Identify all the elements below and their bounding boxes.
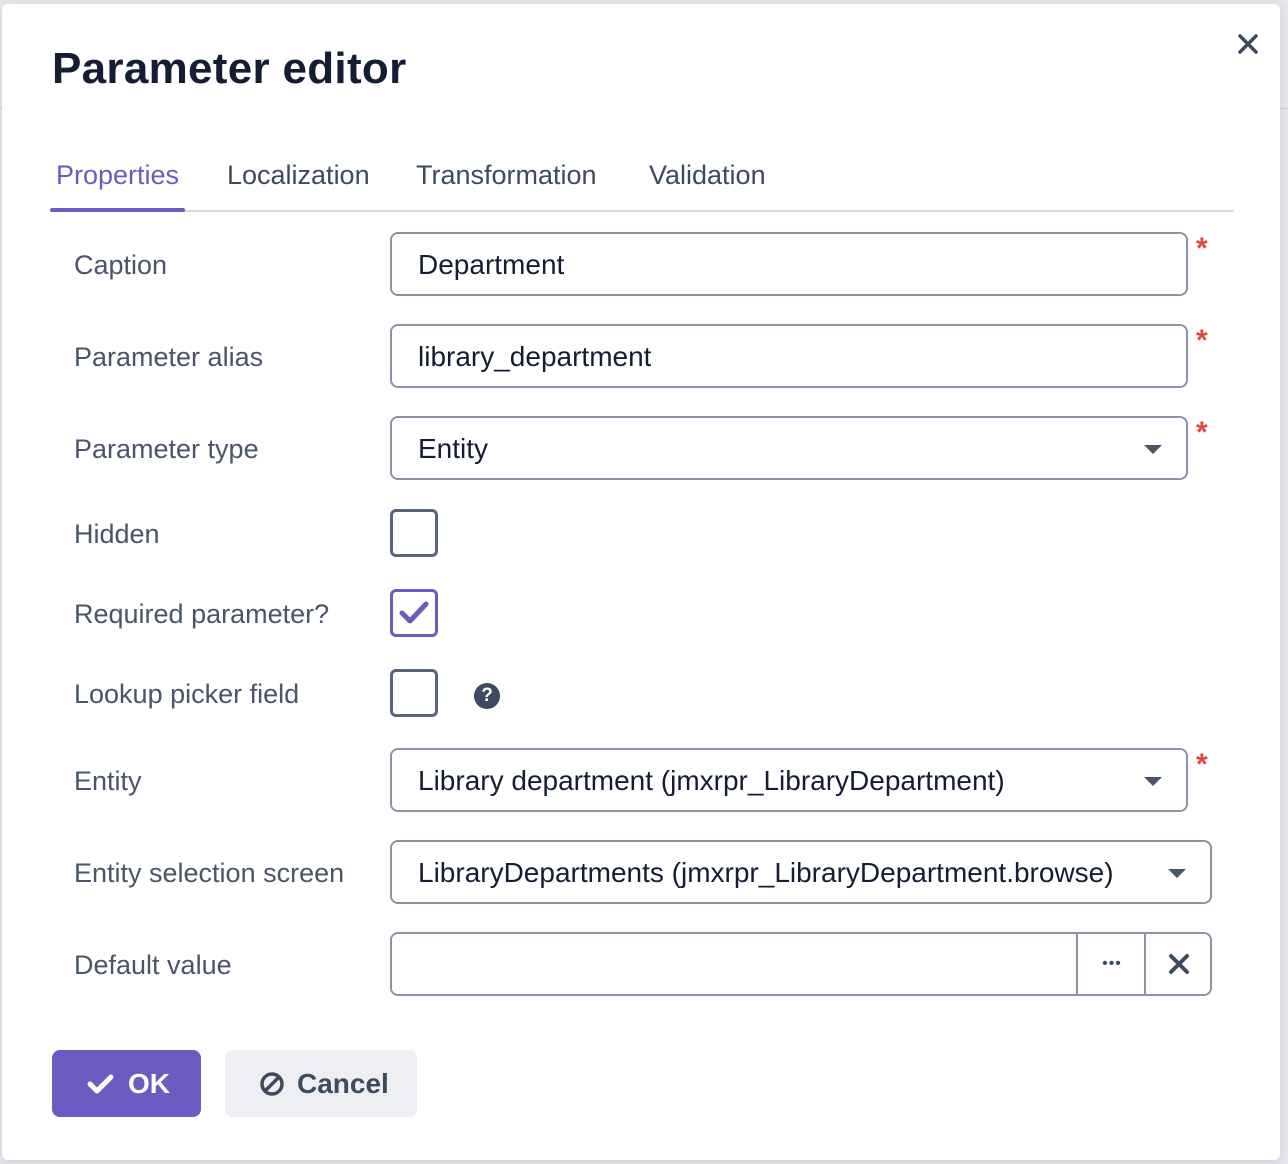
help-icon[interactable]: ? [474,683,500,709]
type-label: Parameter type [74,434,259,464]
ellipsis-icon: ••• [1102,955,1122,972]
close-icon[interactable] [1232,28,1264,60]
checkmark-icon [399,601,429,624]
entity-label: Entity [74,766,142,796]
clear-button[interactable] [1144,934,1212,994]
lookup-label: Lookup picker field [74,679,300,709]
alias-label: Parameter alias [74,342,264,372]
check-icon [87,1074,114,1094]
selection-screen-value: LibraryDepartments (jmxrpr_LibraryDepart… [418,857,1114,888]
alias-value: library_department [418,341,652,372]
chevron-down-icon [1144,445,1162,454]
tab-bar: Properties Localization Transformation V… [49,156,1234,212]
lookup-picker-button[interactable]: ••• [1076,934,1146,994]
default-value-field[interactable]: ••• [390,932,1212,996]
caption-required-marker: * [1196,232,1208,265]
tab-validation[interactable]: Validation [649,156,766,210]
alias-field[interactable]: library_department [390,324,1188,388]
type-select[interactable]: Entity [390,416,1188,480]
entity-required-marker: * [1196,748,1208,781]
cancel-button[interactable]: Cancel [225,1050,417,1117]
required-parameter-label: Required parameter? [74,599,330,629]
selection-screen-label: Entity selection screen [74,858,345,888]
caption-field[interactable]: Department [390,232,1188,296]
alias-required-marker: * [1196,324,1208,357]
selection-screen-select[interactable]: LibraryDepartments (jmxrpr_LibraryDepart… [390,840,1212,904]
required-parameter-checkbox[interactable] [390,589,438,637]
entity-value: Library department (jmxrpr_LibraryDepart… [418,765,1005,796]
chevron-down-icon [1168,869,1186,878]
ok-button[interactable]: OK [52,1050,201,1117]
tab-localization[interactable]: Localization [227,156,370,210]
default-value-label: Default value [74,950,232,980]
ban-icon [260,1072,284,1096]
hidden-checkbox[interactable] [390,509,438,557]
cancel-button-label: Cancel [297,1068,389,1099]
tab-transformation[interactable]: Transformation [416,156,597,210]
type-value: Entity [418,433,489,464]
type-required-marker: * [1196,416,1208,449]
dialog-title: Parameter editor [52,44,407,93]
chevron-down-icon [1144,777,1162,786]
hidden-label: Hidden [74,519,160,549]
tab-properties[interactable]: Properties [49,156,186,212]
clear-icon [1169,954,1189,974]
caption-label: Caption [74,250,168,280]
lookup-checkbox[interactable] [390,669,438,717]
ok-button-label: OK [128,1068,170,1099]
caption-value: Department [418,249,565,280]
entity-select[interactable]: Library department (jmxrpr_LibraryDepart… [390,748,1188,812]
parameter-editor-dialog: Parameter editor Properties Localization… [2,4,1280,1160]
